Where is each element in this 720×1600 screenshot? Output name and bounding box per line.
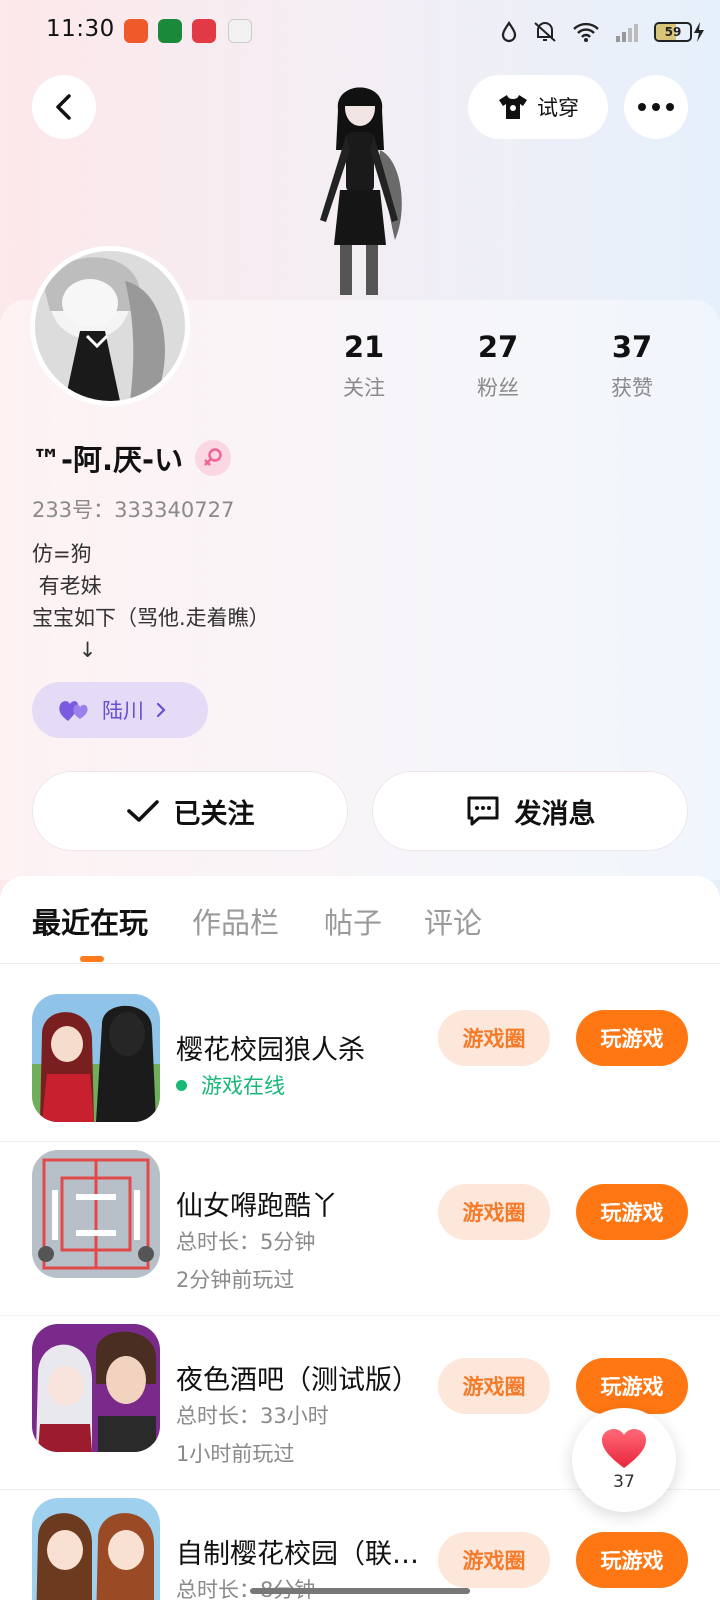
game-circle-button[interactable]: 游戏圈 xyxy=(438,1532,550,1588)
tab-recently-played[interactable]: 最近在玩 xyxy=(32,900,148,942)
calendar-notification-icon xyxy=(228,19,252,43)
play-game-button[interactable]: 玩游戏 xyxy=(576,1184,688,1240)
active-tab-indicator xyxy=(80,956,104,962)
status-time: 11:30 xyxy=(46,16,115,42)
followed-button[interactable]: 已关注 xyxy=(32,771,348,851)
game-icon xyxy=(32,1498,160,1600)
tab-comments[interactable]: 评论 xyxy=(424,900,482,942)
back-arrow-icon xyxy=(56,94,71,120)
game-circle-button[interactable]: 游戏圈 xyxy=(438,1010,550,1066)
game-icon xyxy=(32,1324,160,1452)
home-indicator[interactable] xyxy=(250,1588,470,1594)
app-notification-icon xyxy=(124,19,148,43)
charging-icon xyxy=(694,22,704,42)
send-message-button[interactable]: 发消息 xyxy=(372,771,688,851)
chat-bubble-icon xyxy=(467,796,498,826)
user-id: 233号：333340727 xyxy=(32,498,235,522)
tab-works[interactable]: 作品栏 xyxy=(192,900,279,942)
play-game-button[interactable]: 玩游戏 xyxy=(576,1532,688,1588)
game-playtime: 总时长：8分钟 xyxy=(176,1578,316,1600)
send-message-label: 发消息 xyxy=(514,798,596,830)
like-float-button[interactable]: 37 xyxy=(572,1408,676,1512)
username: ™-阿.厌-い xyxy=(32,443,184,477)
heart-icon xyxy=(602,1429,646,1468)
status-icons: 59 xyxy=(500,18,706,46)
status-bar: 11:30 59 xyxy=(0,0,720,64)
drop-icon xyxy=(501,21,517,43)
game-row[interactable]: 樱花校园狼人杀 游戏在线 游戏圈 玩游戏 xyxy=(0,964,720,1142)
game-circle-button[interactable]: 游戏圈 xyxy=(438,1358,550,1414)
partner-name: 陆川 xyxy=(102,699,144,723)
username-row: ™-阿.厌-い xyxy=(32,437,232,479)
stat-followers[interactable]: 27 粉丝 xyxy=(438,330,558,402)
game-title: 仙女嘚跑酷丫 xyxy=(176,1191,338,1222)
battery-icon: 59 xyxy=(654,21,706,43)
check-icon xyxy=(126,800,159,822)
online-dot xyxy=(176,1079,187,1091)
game-icon xyxy=(32,1150,160,1278)
game-last-played: 1小时前玩过 xyxy=(176,1442,295,1466)
profile-avatar[interactable] xyxy=(30,246,190,406)
game-circle-button[interactable]: 游戏圈 xyxy=(438,1184,550,1240)
more-button[interactable] xyxy=(624,75,688,139)
like-count: 37 xyxy=(613,1472,635,1492)
double-heart-icon xyxy=(59,701,88,721)
wifi-icon xyxy=(573,22,599,42)
game-playtime: 总时长：33小时 xyxy=(176,1404,329,1428)
play-game-button[interactable]: 玩游戏 xyxy=(576,1358,688,1414)
followed-label: 已关注 xyxy=(173,798,255,830)
stat-likes[interactable]: 37 获赞 xyxy=(572,330,692,402)
game-title: 自制樱花校园（联… xyxy=(176,1539,419,1570)
online-label: 游戏在线 xyxy=(201,1074,285,1098)
chevron-right-icon xyxy=(156,702,166,718)
female-gender-icon xyxy=(195,440,232,476)
back-button[interactable] xyxy=(32,75,96,139)
video-notification-icon xyxy=(192,19,216,43)
try-on-label: 试穿 xyxy=(537,96,579,120)
signal-icon xyxy=(616,24,638,42)
stat-following[interactable]: 21 关注 xyxy=(304,330,424,402)
tshirt-icon xyxy=(499,95,527,119)
tab-bar: 最近在玩 作品栏 帖子 评论 xyxy=(0,876,720,964)
character-avatar-3d xyxy=(320,87,402,295)
game-playtime: 总时长：5分钟 xyxy=(176,1230,316,1254)
game-title: 夜色酒吧（测试版） xyxy=(176,1365,419,1396)
partner-chip[interactable]: 陆川 xyxy=(32,682,208,738)
tab-posts[interactable]: 帖子 xyxy=(324,900,382,942)
user-bio: 仿=狗 有老妹 宝宝如下（骂他.走着瞧） ↓ xyxy=(32,542,270,662)
game-last-played: 2分钟前玩过 xyxy=(176,1268,295,1292)
play-game-button[interactable]: 玩游戏 xyxy=(576,1010,688,1066)
more-dots-icon xyxy=(638,103,674,111)
oppo-notification-icon xyxy=(158,19,182,43)
character-figure xyxy=(300,70,420,302)
game-title: 樱花校园狼人杀 xyxy=(176,1035,365,1066)
try-on-button[interactable]: 试穿 xyxy=(468,75,608,139)
online-status: 游戏在线 xyxy=(176,1070,285,1100)
avatar-image xyxy=(35,251,185,401)
game-row[interactable]: 仙女嘚跑酷丫 总时长：5分钟 2分钟前玩过 游戏圈 玩游戏 xyxy=(0,1138,720,1316)
game-icon xyxy=(32,994,160,1122)
battery-level: 59 xyxy=(664,25,682,39)
mute-icon xyxy=(534,22,556,42)
